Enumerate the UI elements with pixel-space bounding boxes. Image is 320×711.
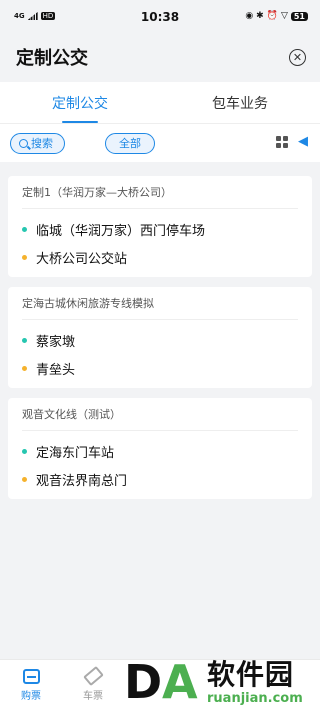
page-title: 定制公交 [16,48,88,69]
route-title: 定制1（华润万家—大桥公司） [22,176,298,209]
start-dot-icon [22,448,27,454]
start-dot-icon [22,226,27,232]
tab-charter-business[interactable]: 包车业务 [160,82,320,123]
nav-label: 购票 [21,691,41,702]
end-stop: 青垒头 [22,354,298,382]
end-dot-icon [22,254,27,260]
end-stop: 大桥公司公交站 [22,243,298,271]
watermark-text: 软件园 ruanjian.com [207,657,303,706]
network-type: 4G [14,11,25,20]
stop-name: 大桥公司公交站 [36,251,128,267]
route-card[interactable]: 定海古城休闲旅游专线模拟 蔡家墩 青垒头 [8,287,312,388]
route-list: 定制1（华润万家—大桥公司） 临城（华润万家）西门停车场 大桥公司公交站 定海古… [0,162,320,499]
route-stops: 临城（华润万家）西门停车场 大桥公司公交站 [22,209,298,277]
start-stop: 临城（华润万家）西门停车场 [22,215,298,243]
route-card[interactable]: 观音文化线（测试） 定海东门车站 观音法界南总门 [8,398,312,499]
end-stop: 观音法界南总门 [22,465,298,493]
tab-bar: 定制公交 包车业务 [0,82,320,124]
bluetooth-icon: ✱ [256,11,264,21]
end-dot-icon [22,365,27,371]
watermark-logo-d: D [124,655,163,709]
ticket-stub-icon [82,665,104,686]
network-indicators: 4G HD [14,11,56,20]
route-card[interactable]: 定制1（华润万家—大桥公司） 临城（华润万家）西门停车场 大桥公司公交站 [8,176,312,277]
nav-buy-ticket[interactable]: 购票 [0,660,62,711]
filter-all-button[interactable]: 全部 [105,132,155,154]
start-stop: 蔡家墩 [22,326,298,354]
signal-icon [27,12,38,20]
status-time: 10:38 [140,10,180,24]
search-icon [19,138,28,148]
route-stops: 定海东门车站 观音法界南总门 [22,431,298,499]
watermark-logo-a: A [162,655,198,709]
status-icons: ◉ ✱ ⏰ ▽ 51 [245,11,308,21]
start-stop: 定海东门车站 [22,437,298,465]
route-title: 观音文化线（测试） [22,398,298,431]
watermark-text-en: ruanjian.com [207,690,303,706]
watermark: D A 软件园 ruanjian.com [120,653,320,711]
hd-badge: HD [40,12,56,20]
wifi-icon: ▽ [280,11,288,21]
route-stops: 蔡家墩 青垒头 [22,320,298,388]
stop-name: 定海东门车站 [36,445,115,461]
app-header: 定制公交 ✕ [0,32,320,82]
start-dot-icon [22,337,27,343]
watermark-logo: D A [120,653,205,711]
status-bar: 4G HD 10:38 ◉ ✱ ⏰ ▽ 51 [0,0,320,32]
stop-name: 蔡家墩 [36,334,76,350]
grid-icon[interactable] [276,136,288,148]
end-dot-icon [22,476,27,482]
nav-my-tickets[interactable]: 车票 [62,660,124,711]
stop-name: 观音法界南总门 [36,473,128,489]
filter-actions: ◀ [276,135,308,148]
close-button[interactable]: ✕ [289,48,306,66]
ticket-icon [22,669,40,684]
location-icon: ◉ [245,11,254,21]
battery-level: 51 [290,11,308,21]
filter-all-label: 全部 [119,137,141,150]
stop-name: 临城（华润万家）西门停车场 [36,223,206,239]
search-button[interactable]: 搜索 [10,132,65,154]
close-icon: ✕ [292,50,303,64]
nav-label: 车票 [83,690,103,702]
filter-bar: 搜索 全部 ◀ [0,124,320,162]
stop-name: 青垒头 [36,362,76,378]
search-label: 搜索 [31,137,53,150]
tab-custom-bus[interactable]: 定制公交 [0,82,160,123]
alarm-icon: ⏰ [266,11,278,21]
route-title: 定海古城休闲旅游专线模拟 [22,287,298,320]
watermark-text-cn: 软件园 [207,657,295,691]
megaphone-icon[interactable]: ◀ [298,135,308,148]
